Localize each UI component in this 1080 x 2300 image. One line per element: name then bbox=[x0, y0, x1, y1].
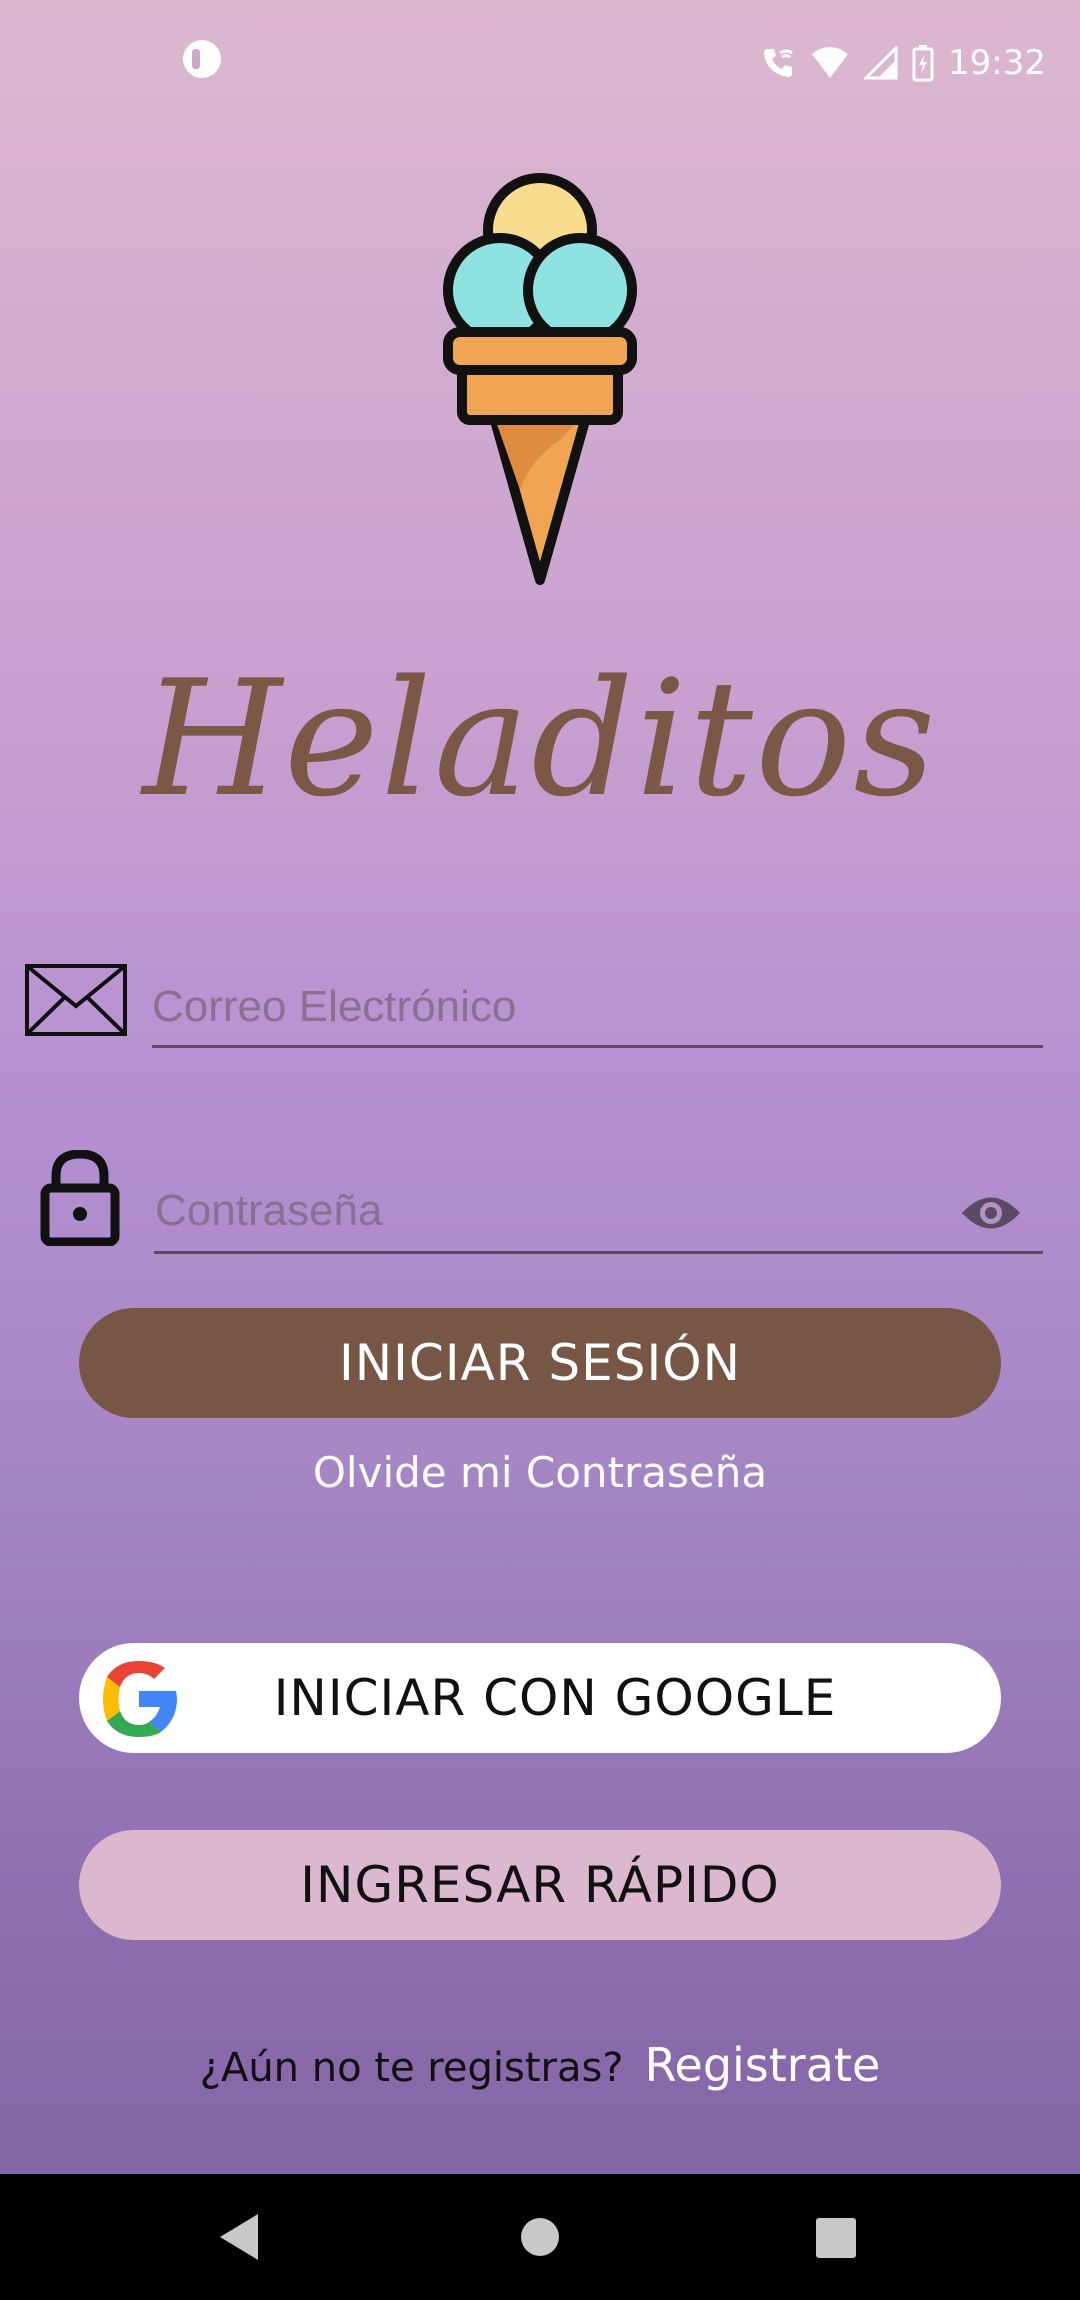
google-signin-button[interactable]: INICIAR CON GOOGLE bbox=[79, 1643, 1001, 1753]
envelope-icon bbox=[25, 964, 127, 1036]
quick-button-label: INGRESAR RÁPIDO bbox=[300, 1856, 780, 1914]
forgot-password-link[interactable]: Olvide mi Contraseña bbox=[0, 1448, 1080, 1497]
wifi-icon bbox=[812, 47, 849, 78]
app-title: Heladitos bbox=[142, 645, 938, 832]
password-underline bbox=[154, 1251, 1043, 1254]
register-question: ¿Aún no te registras? bbox=[199, 2045, 624, 2091]
email-underline bbox=[152, 1045, 1043, 1048]
wifi-call-icon bbox=[764, 49, 793, 77]
lock-icon bbox=[40, 1150, 120, 1246]
status-icons: 19:32 bbox=[760, 38, 1046, 88]
google-logo-icon bbox=[103, 1661, 177, 1737]
recents-icon[interactable] bbox=[816, 2218, 856, 2258]
email-placeholder: Correo Electrónico bbox=[152, 982, 517, 1031]
password-placeholder: Contraseña bbox=[155, 1186, 383, 1235]
battery-charging-icon bbox=[912, 45, 934, 82]
eye-icon[interactable] bbox=[960, 1190, 1022, 1236]
register-link[interactable]: Registrate bbox=[645, 2038, 881, 2092]
login-button[interactable]: INICIAR SESIÓN bbox=[79, 1308, 1001, 1418]
register-row: ¿Aún no te registras? Registrate bbox=[0, 2038, 1080, 2092]
login-button-label: INICIAR SESIÓN bbox=[339, 1334, 741, 1392]
google-button-label: INICIAR CON GOOGLE bbox=[273, 1669, 837, 1727]
status-time: 19:32 bbox=[948, 43, 1046, 83]
home-icon[interactable] bbox=[521, 2218, 559, 2256]
signal-icon bbox=[864, 46, 898, 80]
app-notification-icon bbox=[183, 40, 221, 78]
quick-login-button[interactable]: INGRESAR RÁPIDO bbox=[79, 1830, 1001, 1940]
status-bar: 19:32 bbox=[0, 0, 1080, 125]
ice-cream-cone-icon bbox=[443, 173, 637, 585]
back-icon[interactable] bbox=[218, 2212, 260, 2262]
